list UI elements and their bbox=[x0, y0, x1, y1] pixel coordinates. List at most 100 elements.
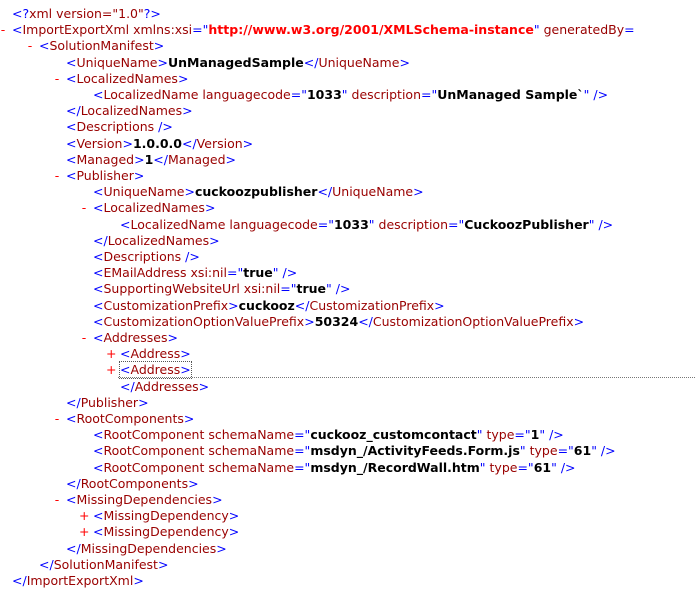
xml-token: type bbox=[482, 427, 515, 443]
xml-token: 61 bbox=[573, 443, 592, 459]
xml-token: languagecode bbox=[225, 216, 318, 232]
xml-token: /> bbox=[181, 249, 200, 264]
xml-token: </ bbox=[93, 232, 108, 248]
xml-token: schemaName bbox=[204, 443, 295, 459]
xml-token: Descriptions bbox=[76, 119, 155, 135]
xml-token: http://www.w3.org/2001/XMLSchema-instanc… bbox=[208, 22, 534, 38]
xml-node-text: </ImportExportXml> bbox=[12, 573, 144, 589]
xml-token: RootComponent bbox=[103, 459, 205, 475]
xml-node-text: <Managed>1</Managed> bbox=[66, 152, 236, 168]
collapse-toggle[interactable]: - bbox=[52, 411, 62, 427]
xml-token: xmlns:xsi bbox=[129, 22, 193, 38]
collapse-toggle[interactable]: - bbox=[0, 22, 8, 38]
xml-token: < bbox=[93, 281, 104, 297]
xml-node-text: <Version>1.0.0.0</Version> bbox=[66, 136, 253, 152]
xml-token: Address bbox=[130, 362, 181, 378]
collapse-toggle[interactable]: - bbox=[25, 38, 35, 54]
xml-token: > bbox=[133, 573, 144, 588]
xml-node-text: <MissingDependency> bbox=[93, 508, 239, 524]
xml-token: </ bbox=[120, 378, 135, 394]
xml-line: <RootComponent schemaName =" msdyn_/Activi… bbox=[0, 443, 695, 459]
xml-node-text: </SolutionManifest> bbox=[39, 557, 168, 573]
xml-line[interactable]: - <SolutionManifest> bbox=[0, 38, 695, 54]
xml-token: < bbox=[93, 524, 104, 540]
xml-token: < bbox=[93, 313, 104, 329]
xml-token: /> bbox=[154, 119, 173, 135]
xml-node-text: <CustomizationOptionValuePrefix>50324</C… bbox=[93, 314, 584, 330]
xml-token: " /> bbox=[539, 427, 564, 443]
xml-line[interactable]: - <LocalizedNames> bbox=[0, 71, 695, 87]
xml-token: " /> bbox=[588, 216, 614, 232]
xml-token: CuckoozPublisher bbox=[464, 216, 589, 232]
xml-line: </MissingDependencies> bbox=[0, 541, 695, 557]
xml-token: UniqueName bbox=[318, 54, 400, 70]
expand-toggle[interactable]: + bbox=[79, 524, 89, 540]
xml-line[interactable]: - <MissingDependencies> bbox=[0, 492, 695, 508]
xml-token: < bbox=[66, 411, 77, 426]
collapse-toggle[interactable]: - bbox=[79, 330, 89, 346]
xml-token: < bbox=[66, 151, 77, 167]
xml-token: xsi:nil bbox=[239, 281, 281, 297]
xml-line[interactable]: + <Address> bbox=[0, 361, 695, 380]
xml-token: > bbox=[204, 200, 216, 216]
expand-toggle[interactable]: + bbox=[79, 508, 89, 524]
collapse-toggle[interactable]: - bbox=[52, 168, 62, 184]
xml-node-text: <Address> bbox=[120, 346, 191, 362]
xml-token: </ bbox=[294, 297, 310, 313]
xml-node-text: <Descriptions /> bbox=[66, 119, 173, 135]
xml-line: <RootComponent schemaName="msdyn_/Record… bbox=[0, 460, 695, 476]
xml-node-text: <UniqueName>UnManagedSample</UniqueName> bbox=[66, 55, 410, 71]
xml-token: > bbox=[134, 151, 145, 167]
xml-line: <Version>1.0.0.0</Version> bbox=[0, 136, 695, 152]
xml-line[interactable]: - <LocalizedNames> bbox=[0, 200, 695, 216]
xml-token: cuckooz bbox=[238, 297, 295, 313]
xml-node-text: <RootComponent schemaName="cuckooz_custo… bbox=[93, 427, 564, 443]
xml-token: UniqueName bbox=[103, 184, 185, 200]
xml-line[interactable]: - <Publisher> bbox=[0, 168, 695, 184]
xml-token: RootComponents bbox=[76, 411, 184, 426]
xml-line[interactable]: + <Address> bbox=[0, 346, 695, 362]
xml-token: < bbox=[93, 427, 104, 443]
xml-token: RootComponent bbox=[103, 427, 205, 443]
expand-toggle[interactable]: + bbox=[106, 362, 116, 378]
xml-node-text: <LocalizedName languagecode="1033" descr… bbox=[120, 217, 613, 233]
xml-token: = bbox=[624, 22, 635, 38]
xml-token: </ bbox=[66, 540, 81, 556]
xml-token: =" bbox=[557, 443, 574, 459]
xml-line[interactable]: - <RootComponents> bbox=[0, 411, 695, 427]
xml-line[interactable]: + <MissingDependency> bbox=[0, 524, 695, 540]
xml-token: </ bbox=[39, 556, 54, 572]
xml-token: =" bbox=[192, 22, 209, 38]
collapse-toggle[interactable]: - bbox=[52, 492, 62, 508]
xml-token: " /> bbox=[583, 87, 609, 102]
collapse-toggle[interactable]: - bbox=[52, 71, 62, 87]
xml-token: < bbox=[93, 200, 104, 216]
collapse-toggle[interactable]: - bbox=[79, 200, 89, 216]
xml-token: > bbox=[177, 70, 189, 86]
expand-toggle[interactable]: + bbox=[106, 346, 116, 362]
xml-line[interactable]: - <Addresses> bbox=[0, 330, 695, 346]
xml-token: < bbox=[93, 443, 104, 459]
xml-token: msdyn_/ActivityFeeds.Form.js bbox=[310, 443, 520, 459]
xml-token: RootComponent bbox=[103, 443, 205, 459]
xml-token: < bbox=[66, 492, 77, 507]
xml-token: > bbox=[183, 411, 195, 426]
xml-node-text: <Addresses> bbox=[93, 330, 178, 346]
xml-token: languagecode bbox=[198, 87, 291, 102]
xml-node-text: <MissingDependencies> bbox=[66, 492, 223, 508]
xml-token: < bbox=[93, 459, 104, 475]
xml-token: < bbox=[93, 87, 104, 102]
xml-token: 61 bbox=[533, 459, 552, 475]
xml-line[interactable]: - <ImportExportXml xmlns:xsi="http://www.… bbox=[0, 22, 695, 38]
xml-node-text: <SupportingWebsiteUrl xsi:nil="true" /> bbox=[93, 281, 350, 297]
xml-token: Version bbox=[196, 135, 243, 151]
xml-token: < bbox=[39, 38, 50, 54]
xml-line[interactable]: + <MissingDependency> bbox=[0, 508, 695, 524]
xml-line: <Descriptions /> bbox=[0, 119, 695, 135]
xml-token: Publisher bbox=[80, 394, 139, 410]
xml-token: cuckooz_customcontact bbox=[310, 427, 477, 443]
xml-token: Managed bbox=[76, 151, 135, 167]
xml-token: LocalizedNames bbox=[76, 70, 178, 86]
xml-token: > bbox=[228, 524, 240, 540]
xml-token: < bbox=[66, 119, 77, 135]
